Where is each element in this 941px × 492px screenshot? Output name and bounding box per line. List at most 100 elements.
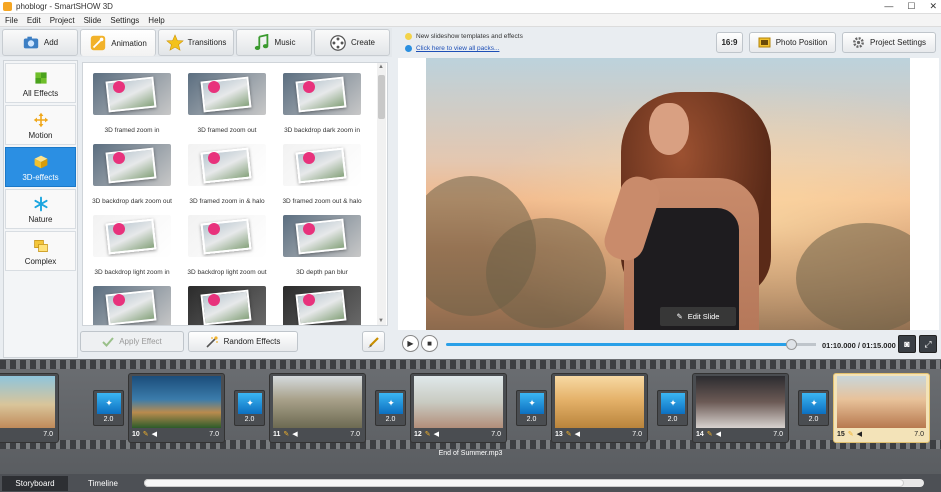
random-effects-button[interactable]: Random Effects: [188, 331, 298, 352]
speaker-icon[interactable]: ◀: [292, 430, 297, 438]
tab-storyboard[interactable]: Storyboard: [2, 476, 68, 491]
slide-thumbnail: [555, 376, 644, 428]
category-nature[interactable]: Nature: [5, 189, 76, 229]
menu-project[interactable]: Project: [50, 16, 75, 25]
effect-item[interactable]: 3D backdrop light zoom in: [85, 215, 179, 283]
slide-info-bar: 13 ✎ ◀ 7.0: [555, 428, 644, 440]
transition-item[interactable]: ✦ 2.0: [516, 390, 547, 426]
category-3d-effects[interactable]: 3D-effects: [5, 147, 76, 187]
menu-settings[interactable]: Settings: [110, 16, 139, 25]
window-controls: — ☐ ✕: [884, 1, 937, 12]
edit-pencil-icon[interactable]: ✎: [566, 430, 572, 438]
slide-info-bar: 15 ✎ ◀ 7.0: [837, 428, 926, 440]
snapshot-button[interactable]: ◙: [898, 335, 916, 353]
category-all-effects[interactable]: All Effects: [5, 63, 76, 103]
menu-file[interactable]: File: [5, 16, 18, 25]
view-packs-label: Click here to view all packs...: [416, 45, 500, 52]
effect-item[interactable]: [85, 286, 179, 325]
speaker-icon[interactable]: ◀: [857, 430, 862, 438]
effect-item[interactable]: 3D framed zoom in: [85, 73, 179, 141]
menu-help[interactable]: Help: [148, 16, 164, 25]
fullscreen-button[interactable]: ⤢: [919, 335, 937, 353]
storyboard-slide[interactable]: 13 ✎ ◀ 7.0: [551, 373, 648, 443]
storyboard-slide[interactable]: 15 ✎ ◀ 7.0: [833, 373, 930, 443]
effects-scrollbar[interactable]: ▲ ▼: [377, 63, 386, 325]
storyboard-slide[interactable]: ✎◀7.0: [0, 373, 59, 443]
minimize-button[interactable]: —: [884, 1, 893, 12]
effect-item[interactable]: 3D framed zoom in & halo: [180, 144, 274, 212]
effect-label: 3D backdrop light zoom out: [187, 269, 267, 276]
storyboard-slide[interactable]: 10 ✎ ◀ 7.0: [128, 373, 225, 443]
tab-add[interactable]: Add: [2, 29, 78, 56]
maximize-button[interactable]: ☐: [907, 1, 915, 12]
view-packs-link[interactable]: Click here to view all packs...: [405, 45, 499, 52]
slide-thumbnail: [0, 376, 55, 428]
category-motion[interactable]: Motion: [5, 105, 76, 145]
edit-pencil-icon[interactable]: ✎: [143, 430, 149, 438]
scroll-up-icon[interactable]: ▲: [378, 64, 384, 70]
tab-animation-label: Animation: [111, 38, 147, 48]
stop-button[interactable]: ■: [421, 335, 438, 352]
effect-item[interactable]: 3D backdrop light zoom out: [180, 215, 274, 283]
effect-item[interactable]: [275, 286, 369, 325]
slide-duration: 7.0: [773, 430, 783, 438]
transition-item[interactable]: ✦ 2.0: [375, 390, 406, 426]
speaker-icon[interactable]: ◀: [434, 430, 439, 438]
edit-pencil-icon[interactable]: ✎: [848, 430, 854, 438]
playback-slider-handle[interactable]: [786, 339, 798, 350]
tab-storyboard-label: Storyboard: [15, 479, 55, 488]
slide-info-bar: 10 ✎ ◀ 7.0: [132, 428, 221, 440]
edit-pencil-icon[interactable]: ✎: [425, 430, 431, 438]
effect-item[interactable]: 3D backdrop dark zoom in: [275, 73, 369, 141]
effect-item[interactable]: 3D backdrop dark zoom out: [85, 144, 179, 212]
speaker-icon[interactable]: ◀: [575, 430, 580, 438]
effect-item[interactable]: 3D framed zoom out & halo: [275, 144, 369, 212]
storyboard-filmstrip: End of Summer.mp3 ✎◀7.010✎◀7.011✎◀7.012✎…: [0, 359, 941, 474]
edit-pencil-icon[interactable]: ✎: [707, 430, 713, 438]
tab-transitions[interactable]: Transitions: [158, 29, 234, 56]
scroll-down-icon[interactable]: ▼: [378, 318, 384, 324]
category-label: Motion: [28, 131, 53, 140]
edit-pencil-icon[interactable]: ✎: [283, 430, 289, 438]
photo-position-button[interactable]: Photo Position: [749, 32, 836, 53]
playback-progress-track[interactable]: [446, 343, 792, 346]
effect-item[interactable]: 3D depth pan blur: [275, 215, 369, 283]
app-logo-icon: [3, 2, 12, 11]
transition-item[interactable]: ✦ 2.0: [798, 390, 829, 426]
tab-create[interactable]: Create: [314, 29, 390, 56]
slide-duration: 7.0: [350, 430, 360, 438]
clear-effect-button[interactable]: [362, 331, 385, 352]
audio-track[interactable]: End of Summer.mp3: [0, 450, 941, 462]
effects-category-sidebar: All Effects Motion 3D-effects Nature Com…: [3, 60, 78, 358]
transition-duration: 2.0: [526, 416, 537, 423]
edit-slide-button[interactable]: ✎ Edit Slide: [660, 307, 736, 326]
transition-item[interactable]: ✦ 2.0: [234, 390, 265, 426]
effect-item[interactable]: [180, 286, 274, 325]
menu-edit[interactable]: Edit: [27, 16, 41, 25]
effect-item[interactable]: 3D framed zoom out: [180, 73, 274, 141]
category-complex[interactable]: Complex: [5, 231, 76, 271]
play-button[interactable]: ▶: [402, 335, 419, 352]
menu-slide[interactable]: Slide: [84, 16, 102, 25]
preview-photo[interactable]: ✎ Edit Slide: [426, 58, 910, 330]
project-settings-button[interactable]: Project Settings: [842, 32, 936, 53]
transition-item[interactable]: ✦ 2.0: [657, 390, 688, 426]
speaker-icon[interactable]: ◀: [152, 430, 157, 438]
transition-item[interactable]: ✦ 2.0: [93, 390, 124, 426]
tab-music[interactable]: Music: [236, 29, 312, 56]
close-button[interactable]: ✕: [929, 1, 937, 12]
tab-add-label: Add: [43, 38, 59, 47]
slide-duration: 7.0: [43, 430, 53, 438]
tab-animation[interactable]: Animation: [80, 29, 156, 56]
speaker-icon[interactable]: ◀: [716, 430, 721, 438]
storyboard-scrollbar[interactable]: [144, 479, 924, 487]
storyboard-slide[interactable]: 12 ✎ ◀ 7.0: [410, 373, 507, 443]
apply-effect-button[interactable]: Apply Effect: [80, 331, 184, 352]
storyboard-slide[interactable]: 11 ✎ ◀ 7.0: [269, 373, 366, 443]
transition-icon: ✦: [97, 393, 121, 414]
tab-timeline[interactable]: Timeline: [70, 476, 136, 491]
storyboard-scroll-thumb[interactable]: [144, 479, 904, 487]
aspect-ratio-button[interactable]: 16:9: [716, 32, 743, 53]
scrollbar-thumb[interactable]: [378, 75, 385, 119]
storyboard-slide[interactable]: 14 ✎ ◀ 7.0: [692, 373, 789, 443]
